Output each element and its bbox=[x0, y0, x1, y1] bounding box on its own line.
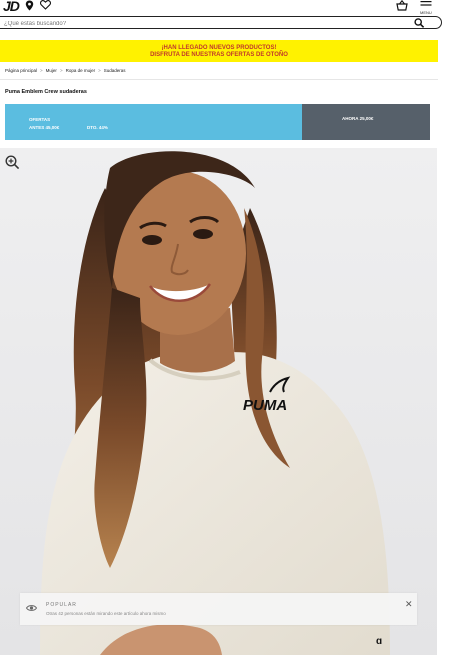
product-photo-illustration: PUMA ɑ bbox=[0, 148, 437, 655]
current-price: AHORA 25,00€ bbox=[342, 116, 374, 121]
menu-label: MENU bbox=[420, 10, 432, 15]
top-navigation-bar: JD MENU bbox=[0, 0, 475, 15]
svg-text:ɑ: ɑ bbox=[376, 636, 382, 647]
hamburger-menu-icon[interactable] bbox=[419, 0, 433, 10]
notification-title: POPULAR bbox=[46, 602, 77, 608]
close-icon[interactable]: ✕ bbox=[405, 599, 413, 610]
breadcrumb: Página principal > Mujer > Ropa de mujer > Sud… bbox=[5, 68, 126, 73]
search-icon[interactable] bbox=[414, 18, 425, 28]
product-title: Puma Emblem Crew sudaderas bbox=[5, 89, 87, 95]
jd-logo[interactable]: JD bbox=[3, 0, 20, 14]
promo-banner[interactable]: ¡HAN LLEGADO NUEVOS PRODUCTOS! DISFRUTA … bbox=[0, 40, 438, 62]
search-bar[interactable] bbox=[0, 16, 442, 29]
location-pin-icon[interactable] bbox=[25, 0, 34, 11]
promo-line-2: DISFRUTA DE NUESTRAS OFERTAS DE OTOÑO bbox=[150, 52, 288, 58]
offer-panel: OFERTAS ANTES 45,00€ DTO. 44% bbox=[5, 104, 302, 140]
breadcrumb-separator: > bbox=[40, 68, 43, 73]
heart-icon[interactable] bbox=[40, 0, 51, 10]
popular-notification: POPULAR Otras 42 personas están mirando … bbox=[20, 593, 417, 625]
offer-label: OFERTAS bbox=[29, 117, 51, 122]
breadcrumb-item-sweatshirts[interactable]: Sudaderas bbox=[104, 68, 126, 73]
shopping-bag-icon[interactable] bbox=[396, 0, 408, 11]
puma-logo-print: PUMA bbox=[243, 397, 287, 414]
discount-badge: DTO. 44% bbox=[87, 125, 108, 130]
eye-icon bbox=[26, 605, 37, 611]
promo-line-1: ¡HAN LLEGADO NUEVOS PRODUCTOS! bbox=[161, 45, 277, 51]
breadcrumb-item-home[interactable]: Página principal bbox=[5, 68, 37, 73]
breadcrumb-separator: > bbox=[98, 68, 101, 73]
breadcrumb-item-women-clothing[interactable]: Ropa de mujer bbox=[66, 68, 96, 73]
zoom-in-icon[interactable] bbox=[5, 155, 20, 170]
notification-text: Otras 42 personas están mirando este art… bbox=[46, 611, 166, 616]
divider bbox=[0, 79, 438, 80]
product-image[interactable]: PUMA ɑ bbox=[0, 148, 437, 655]
breadcrumb-separator: > bbox=[59, 68, 63, 73]
previous-price: ANTES 45,00€ bbox=[29, 125, 60, 130]
current-price-panel: AHORA 25,00€ bbox=[302, 104, 430, 140]
search-input[interactable] bbox=[4, 19, 384, 28]
breadcrumb-item-women[interactable]: Mujer bbox=[46, 68, 57, 73]
